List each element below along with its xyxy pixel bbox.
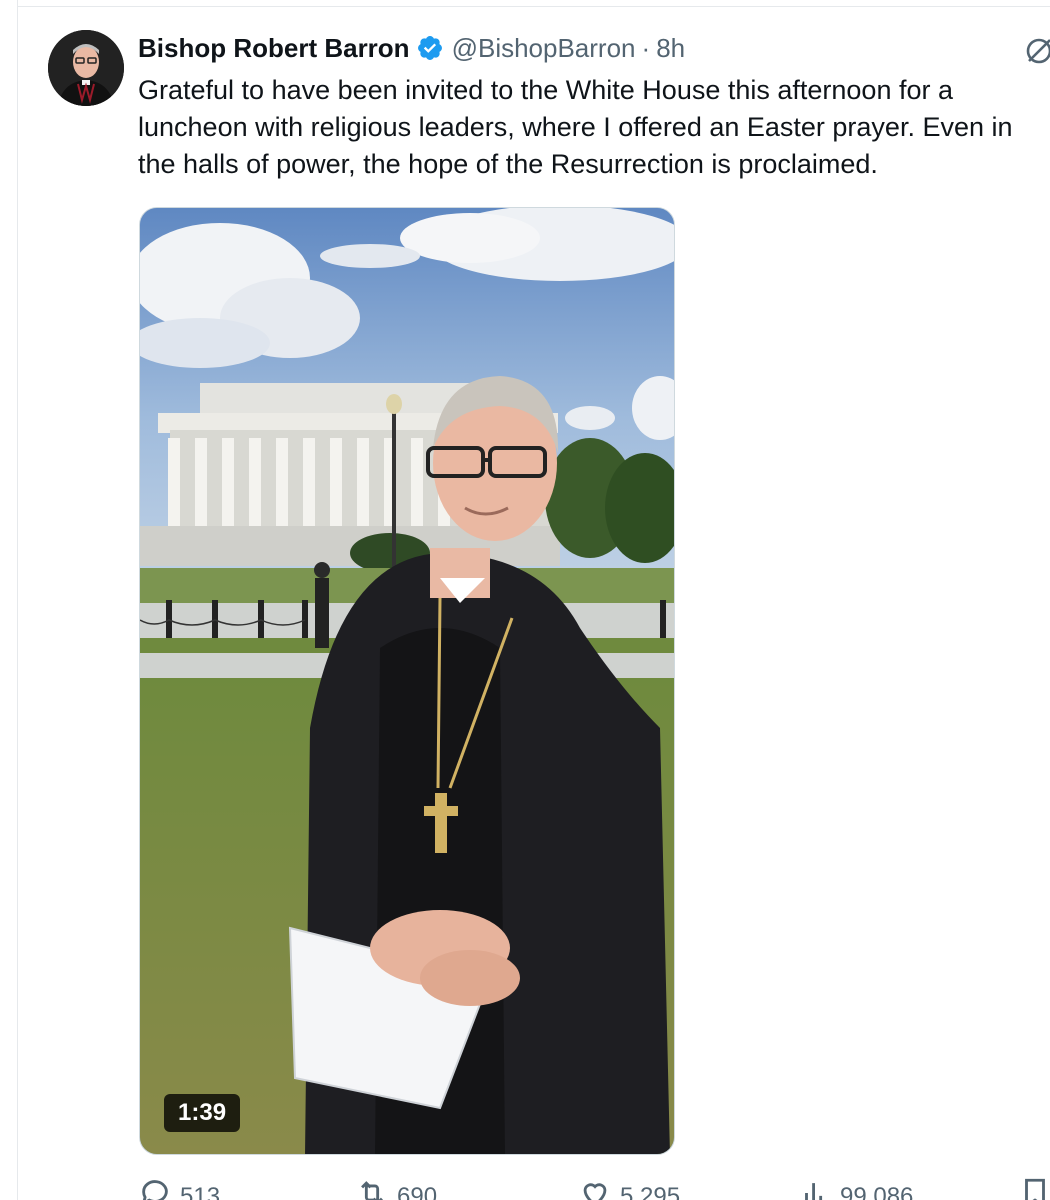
views-icon <box>798 1176 840 1200</box>
tweet-header: Bishop Robert Barron @BishopBarron · 8h <box>138 30 685 66</box>
repost-button[interactable]: 690 <box>355 1176 437 1200</box>
like-count: 5,295 <box>620 1182 681 1200</box>
top-divider <box>18 6 1050 7</box>
timestamp[interactable]: 8h <box>656 33 685 64</box>
reply-count: 513 <box>180 1182 221 1200</box>
tweet-text: Grateful to have been invited to the Whi… <box>138 72 1050 183</box>
video-duration-badge: 1:39 <box>164 1094 241 1132</box>
tweet-text-line: the halls of power, the hope of the Resu… <box>138 149 878 179</box>
tweet-text-line: luncheon with religious leaders, where I… <box>138 112 1013 142</box>
display-name[interactable]: Bishop Robert Barron <box>138 33 410 64</box>
tweet-action-bar: 513 690 5,295 99,086 <box>0 1176 1050 1200</box>
heart-icon <box>578 1176 620 1200</box>
video-player[interactable] <box>139 207 675 1155</box>
tweet-text-line: Grateful to have been invited to the Whi… <box>138 75 953 105</box>
avatar[interactable] <box>48 30 124 106</box>
verified-badge-icon <box>416 34 444 62</box>
tweet-page: Bishop Robert Barron @BishopBarron · 8h … <box>0 0 1050 1200</box>
timeline-border <box>17 0 18 1200</box>
views-button[interactable]: 99,086 <box>798 1176 913 1200</box>
reply-icon <box>138 1176 180 1200</box>
grok-icon[interactable] <box>1024 36 1050 66</box>
views-count: 99,086 <box>840 1182 914 1200</box>
repost-count: 690 <box>397 1182 438 1200</box>
repost-icon <box>355 1176 397 1200</box>
bookmark-button[interactable] <box>1018 1176 1050 1200</box>
bookmark-icon <box>1018 1176 1050 1200</box>
user-handle[interactable]: @BishopBarron <box>452 33 636 64</box>
reply-button[interactable]: 513 <box>138 1176 220 1200</box>
separator-dot: · <box>641 32 651 63</box>
video-thumbnail <box>140 208 674 1154</box>
like-button[interactable]: 5,295 <box>578 1176 680 1200</box>
